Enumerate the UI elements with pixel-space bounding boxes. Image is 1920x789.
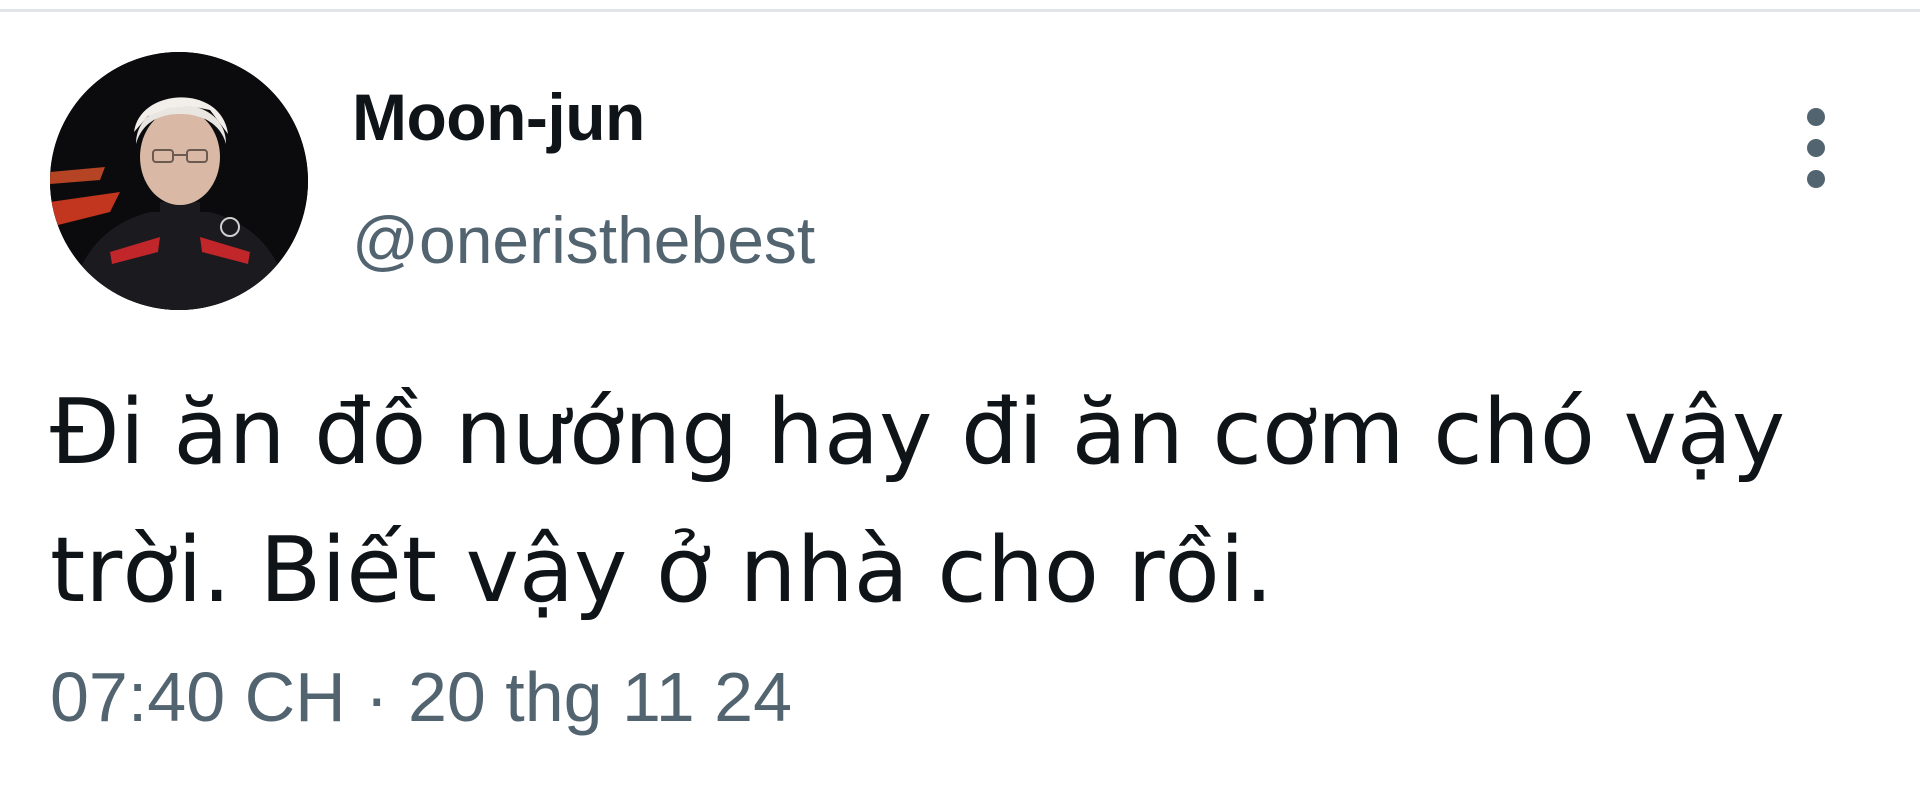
author-display-name[interactable]: Moon-jun bbox=[352, 84, 645, 150]
top-divider bbox=[0, 0, 1920, 12]
tweet-time: 07:40 CH bbox=[50, 658, 346, 736]
more-vertical-icon-dot bbox=[1807, 139, 1825, 157]
more-vertical-icon-dot bbox=[1807, 170, 1825, 188]
more-options-button[interactable] bbox=[1786, 108, 1846, 188]
timestamp-separator: · bbox=[345, 658, 408, 736]
author-handle[interactable]: @oneristhebest bbox=[352, 207, 815, 273]
tweet-date: 20 thg 11 24 bbox=[407, 658, 792, 736]
avatar[interactable] bbox=[50, 52, 308, 310]
more-vertical-icon bbox=[1807, 108, 1825, 126]
tweet-timestamp[interactable]: 07:40 CH · 20 thg 11 24 bbox=[50, 662, 792, 732]
tweet-card: Moon-jun @oneristhebest Đi ăn đồ nướng h… bbox=[0, 12, 1920, 789]
avatar-photo-icon bbox=[50, 52, 308, 310]
tweet-text: Đi ăn đồ nướng hay đi ăn cơm chó vậy trờ… bbox=[50, 380, 1786, 623]
